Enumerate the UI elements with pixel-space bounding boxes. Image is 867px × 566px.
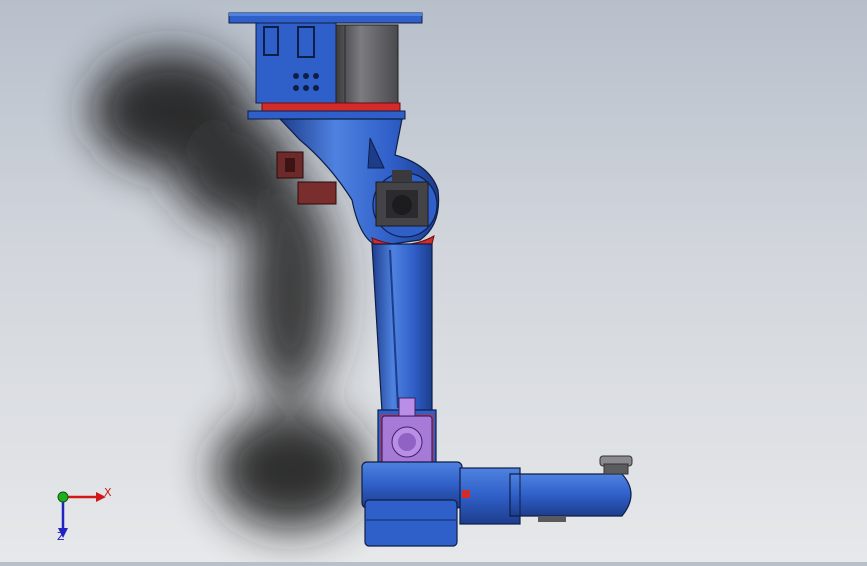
base-mount-plate[interactable]	[228, 12, 423, 24]
forearm-link[interactable]	[459, 467, 632, 525]
base-housing[interactable]	[255, 22, 337, 104]
triad-x-label: X	[104, 486, 112, 499]
3d-model-viewport[interactable]: X Z	[0, 0, 867, 562]
robot-arm-model[interactable]	[0, 0, 867, 562]
base-red-ring	[261, 102, 401, 112]
forearm-root-block[interactable]	[361, 461, 463, 547]
turntable-plate[interactable]	[247, 110, 406, 120]
upper-arm-link[interactable]	[371, 243, 433, 413]
wrist-flange[interactable]	[599, 455, 633, 475]
triad-z-label: Z	[57, 530, 65, 543]
base-drum-motor[interactable]	[335, 24, 399, 106]
coordinate-triad: X Z	[48, 482, 118, 546]
